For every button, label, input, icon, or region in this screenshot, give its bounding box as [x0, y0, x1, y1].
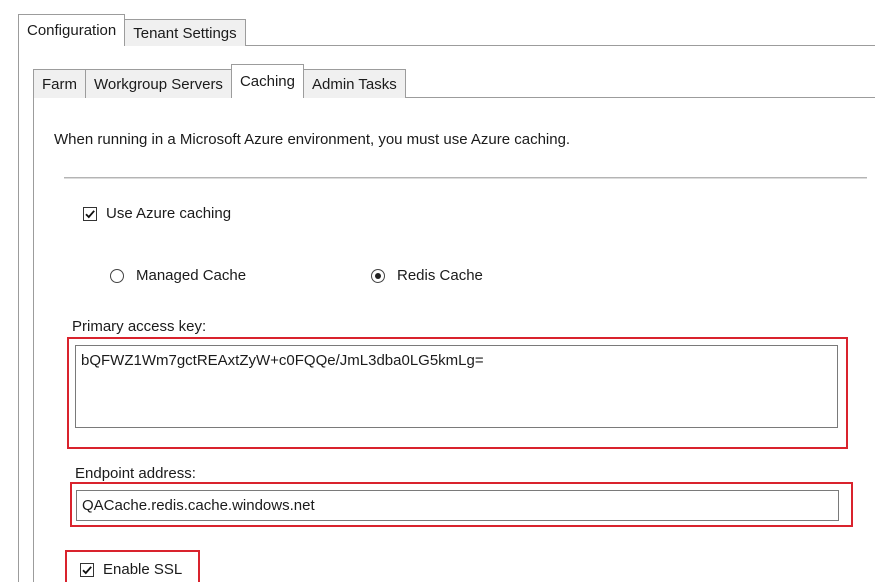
- endpoint-address-field[interactable]: QACache.redis.cache.windows.net: [76, 490, 839, 521]
- redis-cache-label: Redis Cache: [397, 267, 483, 284]
- tab-workgroup-servers-label: Workgroup Servers: [94, 75, 223, 93]
- section-divider: [64, 177, 867, 179]
- tab-caching-label: Caching: [239, 73, 295, 90]
- tab-configuration[interactable]: Configuration: [18, 14, 126, 46]
- tab-tenant-settings-label: Tenant Settings: [133, 24, 237, 42]
- enable-ssl-checkbox[interactable]: Enable SSL: [80, 561, 182, 578]
- enable-ssl-label: Enable SSL: [103, 561, 183, 578]
- tab-farm-label: Farm: [42, 75, 77, 93]
- tab-tenant-settings[interactable]: Tenant Settings: [124, 19, 246, 46]
- endpoint-address-label: Endpoint address:: [75, 465, 196, 482]
- primary-access-key-field[interactable]: bQFWZ1Wm7gctREAxtZyW+c0FQQe/JmL3dba0LG5k…: [75, 345, 838, 428]
- tab-configuration-label: Configuration: [27, 22, 117, 39]
- tab-caching[interactable]: Caching: [230, 64, 304, 98]
- tab-admin-tasks[interactable]: Admin Tasks: [302, 69, 406, 98]
- checkbox-box[interactable]: [80, 562, 94, 577]
- outer-tab-strip: Configuration Tenant Settings: [18, 14, 246, 46]
- azure-caching-notice: When running in a Microsoft Azure enviro…: [54, 131, 571, 148]
- checkmark-icon: [82, 565, 92, 574]
- managed-cache-label: Managed Cache: [136, 267, 247, 284]
- radio-unselected-icon[interactable]: [110, 268, 124, 283]
- radio-managed-cache[interactable]: Managed Cache: [110, 267, 246, 284]
- inner-tab-strip: Farm Workgroup Servers Caching Admin Tas…: [33, 64, 406, 98]
- checkbox-box[interactable]: [83, 206, 97, 221]
- caching-settings-dialog: Configuration Tenant Settings Farm Workg…: [0, 0, 875, 582]
- tab-farm[interactable]: Farm: [33, 69, 86, 98]
- checkmark-icon: [85, 209, 95, 218]
- tab-workgroup-servers[interactable]: Workgroup Servers: [85, 69, 232, 98]
- primary-access-key-label: Primary access key:: [72, 318, 207, 335]
- radio-selected-icon[interactable]: [371, 268, 385, 283]
- tab-admin-tasks-label: Admin Tasks: [311, 75, 397, 93]
- radio-dot-icon: [375, 272, 381, 279]
- use-azure-caching-checkbox[interactable]: Use Azure caching: [83, 205, 231, 222]
- use-azure-caching-label: Use Azure caching: [106, 205, 232, 222]
- radio-redis-cache[interactable]: Redis Cache: [371, 267, 483, 284]
